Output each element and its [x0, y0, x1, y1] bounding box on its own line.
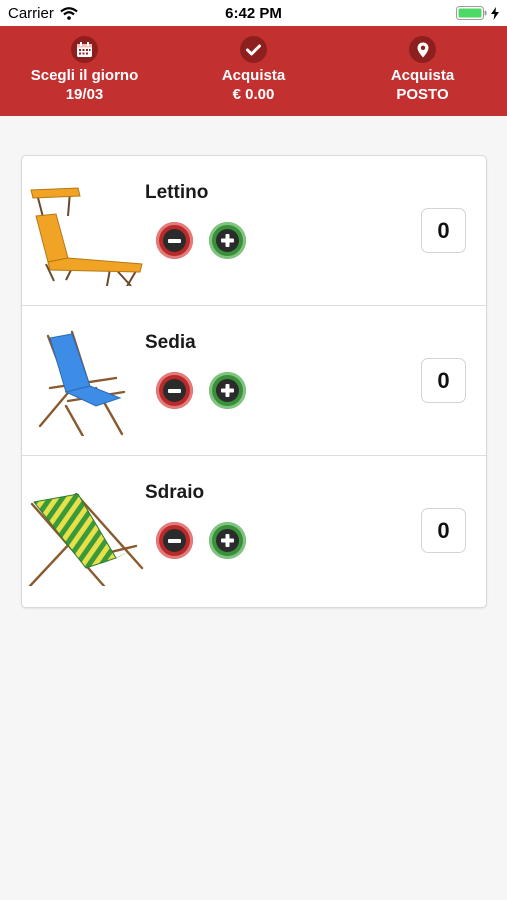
purchase-spot-button[interactable]: Acquista POSTO [338, 26, 507, 116]
item-name: Lettino [145, 182, 209, 203]
charging-bolt-icon [491, 6, 499, 20]
items-list: Lettino 0 Sedia 0 Sdraio 0 [21, 155, 487, 608]
minus-icon [163, 379, 186, 402]
total-amount: € 0.00 [232, 86, 275, 103]
decrease-button[interactable] [156, 372, 193, 409]
minus-icon [163, 529, 186, 552]
list-item-lettino: Lettino 0 [22, 156, 486, 306]
calendar-icon [71, 36, 98, 63]
plus-icon [216, 379, 239, 402]
increase-button[interactable] [209, 372, 246, 409]
purchase-label: Acquista [221, 67, 286, 84]
item-name: Sedia [145, 332, 196, 353]
status-time: 6:42 PM [225, 5, 282, 22]
status-bar: Carrier 6:42 PM [0, 0, 507, 26]
choose-day-label: Scegli il giorno [30, 67, 139, 84]
item-name: Sdraio [145, 482, 205, 503]
top-bar: Scegli il giorno 19/03 Acquista € 0.00 A… [0, 26, 507, 116]
deck-chair-image [28, 492, 144, 586]
battery-indicator [456, 6, 499, 20]
purchase-spot-label: Acquista [390, 67, 455, 84]
spot-label: POSTO [396, 86, 449, 103]
minus-icon [163, 229, 186, 252]
quantity-display: 0 [421, 358, 466, 403]
selected-date: 19/03 [65, 86, 104, 103]
purchase-total-button[interactable]: Acquista € 0.00 [169, 26, 338, 116]
beach-chair-image [38, 330, 126, 436]
quantity-display: 0 [421, 208, 466, 253]
location-pin-icon [409, 36, 436, 63]
list-item-sdraio: Sdraio 0 [22, 456, 486, 606]
battery-icon [456, 6, 487, 20]
decrease-button[interactable] [156, 222, 193, 259]
list-item-sedia: Sedia 0 [22, 306, 486, 456]
checkmark-icon [240, 36, 267, 63]
sunbed-image [30, 187, 143, 286]
increase-button[interactable] [209, 522, 246, 559]
plus-icon [216, 229, 239, 252]
plus-icon [216, 529, 239, 552]
increase-button[interactable] [209, 222, 246, 259]
choose-day-button[interactable]: Scegli il giorno 19/03 [0, 26, 169, 116]
decrease-button[interactable] [156, 522, 193, 559]
quantity-display: 0 [421, 508, 466, 553]
